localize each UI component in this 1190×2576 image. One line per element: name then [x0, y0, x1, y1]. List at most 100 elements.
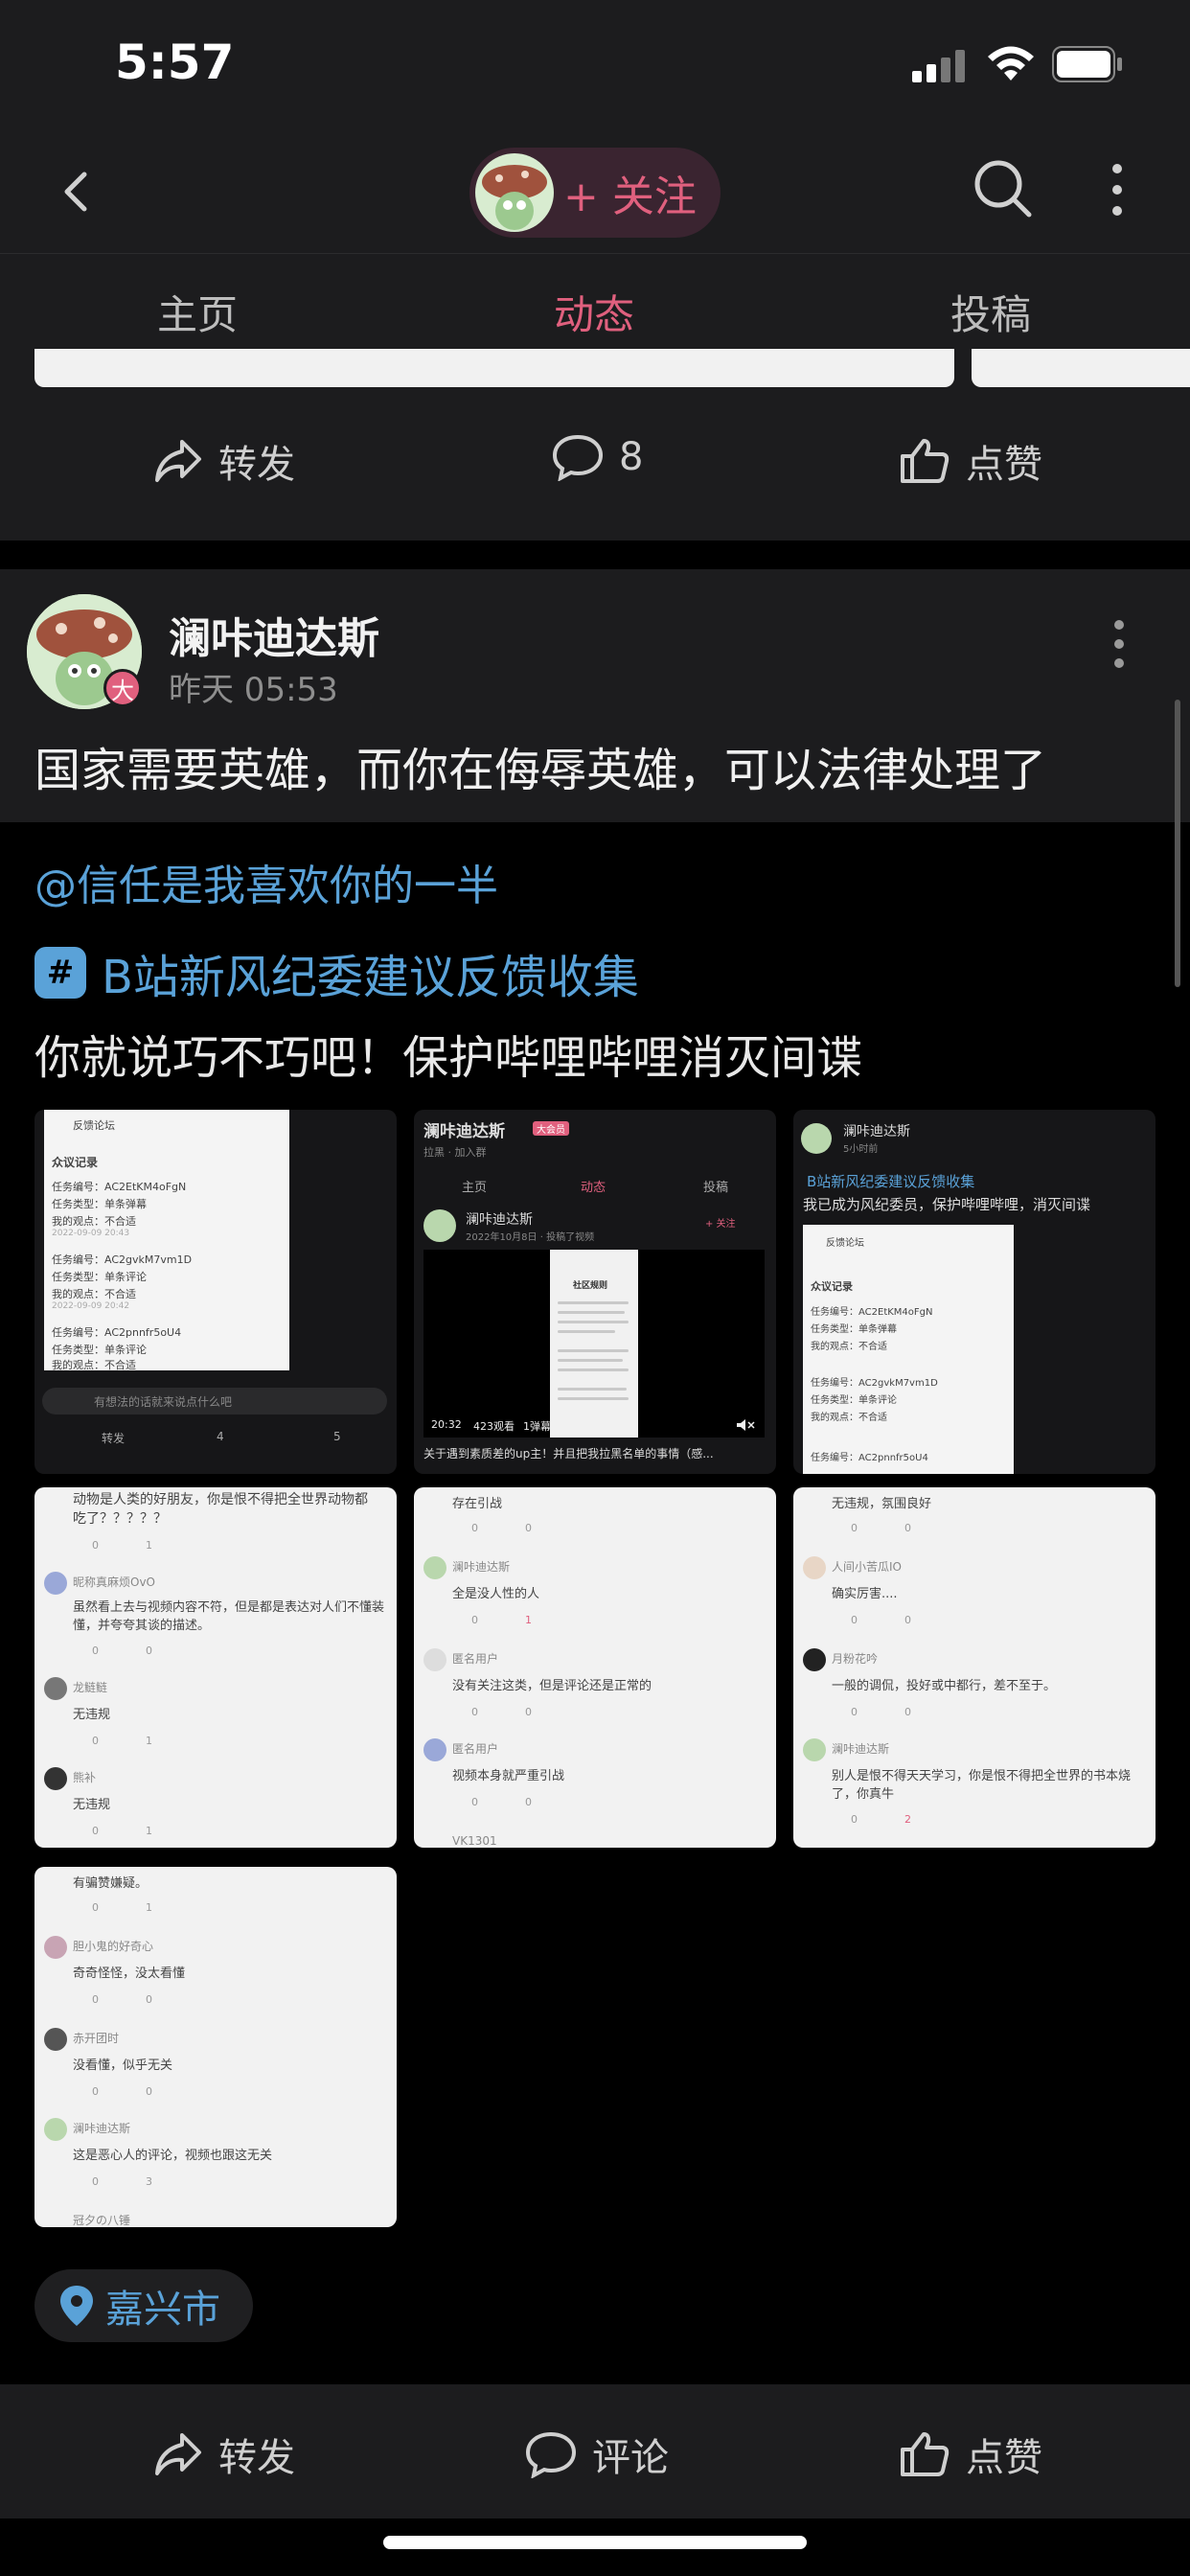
- thumb-text: 任务编号：AC2pnnfr5oU4: [52, 1326, 182, 1339]
- thumb-text: 有骗赞嫌疑。: [73, 1876, 149, 1891]
- like-button[interactable]: 点赞: [899, 2426, 1042, 2482]
- share-arrow-icon: [155, 440, 201, 482]
- post-more-icon[interactable]: [1111, 617, 1127, 671]
- thumb-text: 0: [92, 1539, 99, 1552]
- thumb-text: 0: [851, 1706, 858, 1718]
- tab-dynamics[interactable]: 动态: [554, 283, 634, 341]
- thumb-text: 0: [92, 1901, 99, 1914]
- thumb-text: 视频本身就严重引战: [452, 1769, 565, 1783]
- thumb-text: 动态: [581, 1181, 606, 1195]
- doc-line: [558, 1349, 629, 1352]
- thumb-text: 澜咔迪达斯: [452, 1560, 511, 1574]
- search-icon[interactable]: [972, 157, 1035, 220]
- thumb-avatar: [423, 1556, 446, 1579]
- repost-text: 你就说巧不巧吧！保护哔哩哔哩消灭间谍: [34, 1031, 863, 1085]
- tab-home[interactable]: 主页: [157, 283, 238, 341]
- thumb-text: 0: [92, 1735, 99, 1747]
- thumb-text: 任务类型：单条评论: [52, 1344, 147, 1356]
- thumb-avatar: [44, 1572, 67, 1595]
- comment-bubble-icon: [552, 434, 604, 481]
- thumb-text: 任务编号：AC2pnnfr5oU4: [811, 1453, 928, 1463]
- thumb-text: 0: [146, 1993, 152, 2006]
- thumb-text: 0: [904, 1614, 911, 1626]
- location-tag[interactable]: 嘉兴市: [34, 2269, 253, 2342]
- author-name[interactable]: 澜咔迪达斯: [169, 604, 379, 665]
- thumb-text: 0: [471, 1796, 478, 1808]
- thumbs-up-icon: [901, 2432, 950, 2476]
- thumb-text: 胆小鬼的好奇心: [73, 1940, 154, 1953]
- thumb-text: 冠夕の八锤: [73, 2214, 131, 2227]
- thumb-text: 2: [904, 1813, 911, 1826]
- thumb-text: 没有关注这类，但是评论还是正常的: [452, 1679, 652, 1693]
- thumb-text: 任务类型：单条弹幕: [52, 1198, 147, 1210]
- image-thumbnail-4[interactable]: 动物是人类的好朋友，你是恨不得把全世界动物都吃了？？？？？ 0 1 昵称真麻烦O…: [34, 1487, 397, 1848]
- comment-button[interactable]: 评论: [525, 2426, 669, 2482]
- thumb-text: 5: [333, 1430, 341, 1443]
- thumb-text: 0: [471, 1706, 478, 1718]
- thumb-text: 投稿: [703, 1181, 729, 1195]
- previous-post-card[interactable]: [34, 349, 954, 387]
- more-options-icon[interactable]: [1110, 161, 1125, 218]
- tab-submissions[interactable]: 投稿: [950, 283, 1031, 341]
- mute-icon: [737, 1419, 755, 1431]
- thumb-avatar: [801, 1123, 832, 1154]
- thumb-text: 任务编号：AC2EtKM4oFgN: [811, 1307, 933, 1318]
- comment-button[interactable]: 8: [552, 433, 643, 481]
- post-actions: 转发 评论 点赞: [0, 2384, 1190, 2518]
- thumb-text: 0: [525, 1706, 532, 1718]
- thumb-text: 任务类型：单条评论: [811, 1395, 897, 1406]
- thumb-text: 存在引战: [452, 1497, 503, 1511]
- thumb-text: 社区规则: [573, 1281, 608, 1291]
- thumb-text: 20:32: [431, 1418, 462, 1431]
- screenshot-panel: 反馈论坛 众议记录 任务编号：AC2EtKM4oFgN 任务类型：单条弹幕 我的…: [44, 1110, 289, 1371]
- topic-link[interactable]: # B站新风纪委建议反馈收集: [34, 939, 639, 1006]
- thumb-text: 月粉花吟: [832, 1652, 879, 1666]
- follow-button[interactable]: + 关注: [469, 148, 721, 238]
- doc-line: [558, 1359, 623, 1362]
- thumb-text: 转发: [102, 1432, 126, 1445]
- thumb-text: 澜咔迪达斯: [843, 1124, 910, 1139]
- thumb-text: 澜咔迪达斯: [466, 1212, 533, 1228]
- image-thumbnail-2[interactable]: 澜咔迪达斯 大会员 拉黑 · 加入群 主页 动态 投稿 澜咔迪达斯 2022年1…: [414, 1110, 776, 1474]
- thumb-text: 2022-09-09 20:43: [52, 1229, 130, 1238]
- image-thumbnail-3[interactable]: 澜咔迪达斯 5小时前 B站新风纪委建议反馈收集 我已成为风纪委员，保护哔哩哔哩，…: [793, 1110, 1156, 1474]
- thumb-text: 0: [92, 1644, 99, 1657]
- thumb-text: 0: [92, 2175, 99, 2188]
- thumb-text: 熊补: [73, 1771, 97, 1784]
- thumb-text: 任务类型：单条弹幕: [811, 1324, 897, 1335]
- like-button[interactable]: 点赞: [899, 433, 1042, 489]
- share-arrow-icon: [155, 2433, 201, 2475]
- thumb-text: 澜咔迪达斯: [73, 2122, 131, 2135]
- forward-button[interactable]: 转发: [153, 433, 295, 489]
- mention-link[interactable]: @信任是我喜欢你的一半: [34, 851, 498, 912]
- thumb-text: 龙鲢鲢: [73, 1681, 108, 1694]
- image-thumbnail-6[interactable]: 无违规，氛围良好 0 0 人间小苦瓜IO 确实厉害.... 0 0 月粉花吟 一…: [793, 1487, 1156, 1848]
- location-label: 嘉兴市: [105, 2288, 220, 2332]
- doc-line: [558, 1388, 627, 1391]
- thumb-text: 0: [92, 2085, 99, 2098]
- thumb-text: 0: [92, 1825, 99, 1837]
- post-body: @信任是我喜欢你的一半 # B站新风纪委建议反馈收集 你就说巧不巧吧！保护哔哩哔…: [0, 822, 1190, 2384]
- thumb-avatar: [44, 1936, 67, 1959]
- thumb-text: 赤开团时: [73, 2032, 120, 2045]
- previous-post-card-2[interactable]: [972, 349, 1190, 387]
- image-thumbnail-1[interactable]: 反馈论坛 众议记录 任务编号：AC2EtKM4oFgN 任务类型：单条弹幕 我的…: [34, 1110, 397, 1474]
- thumb-text: 反馈论坛: [73, 1119, 115, 1132]
- thumb-text: 0: [851, 1614, 858, 1626]
- image-thumbnail-7[interactable]: 有骗赞嫌疑。 0 1 胆小鬼的好奇心 奇奇怪怪，没太看懂 0 0 赤开团时 没看…: [34, 1867, 397, 2227]
- back-arrow-icon[interactable]: [48, 163, 105, 220]
- like-label: 点赞: [966, 2436, 1042, 2480]
- thumb-text: 423观看: [473, 1420, 515, 1433]
- topic-hash-icon: #: [34, 947, 86, 999]
- forward-label: 转发: [218, 443, 295, 487]
- image-thumbnail-5[interactable]: 存在引战 0 0 澜咔迪达斯 全是没人性的人 0 1 匿名用户 没有关注这类，但…: [414, 1487, 776, 1848]
- thumb-text: 我的观点：不合适: [811, 1413, 887, 1423]
- thumb-text: 全是没人性的人: [452, 1587, 540, 1601]
- forward-button[interactable]: 转发: [153, 2426, 295, 2482]
- thumb-text: 1: [525, 1614, 532, 1626]
- thumb-avatar: [44, 1767, 67, 1790]
- thumb-text: 昵称真麻烦OvO: [73, 1576, 155, 1589]
- scrollbar[interactable]: [1175, 700, 1180, 987]
- wifi-icon: [988, 46, 1034, 80]
- thumb-text: 任务编号：AC2EtKM4oFgN: [52, 1181, 187, 1193]
